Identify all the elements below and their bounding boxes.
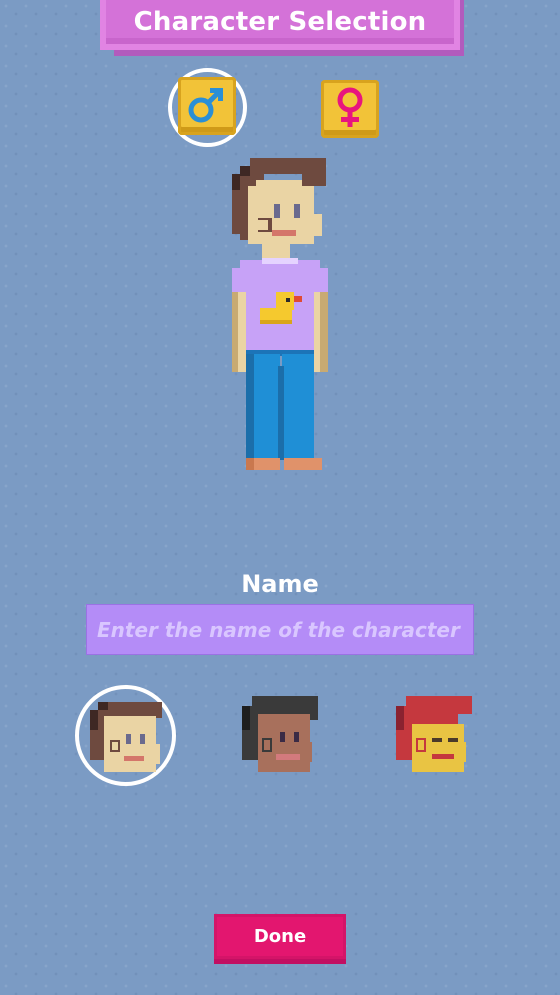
brown-hair-head-icon [90, 702, 162, 772]
black-hair-head-icon [242, 696, 318, 772]
head-option-black-hair[interactable] [238, 694, 322, 778]
done-button-label: Done [253, 926, 307, 947]
character-sprite [232, 158, 328, 470]
male-symbol-icon [188, 88, 223, 123]
male-gender-button[interactable] [178, 77, 236, 135]
done-button[interactable]: Done [214, 914, 346, 964]
character-preview [232, 158, 328, 472]
head-option-red-hair[interactable] [392, 694, 476, 778]
head-option-brown-hair[interactable] [84, 694, 168, 778]
name-label: Name [241, 570, 319, 598]
female-gender-button[interactable] [321, 80, 379, 138]
character-name-input[interactable] [86, 604, 474, 655]
female-symbol-icon [337, 87, 363, 127]
title-banner: Character Selection [100, 0, 464, 56]
page-title: Character Selection [133, 7, 427, 37]
red-hair-head-icon [396, 696, 472, 772]
